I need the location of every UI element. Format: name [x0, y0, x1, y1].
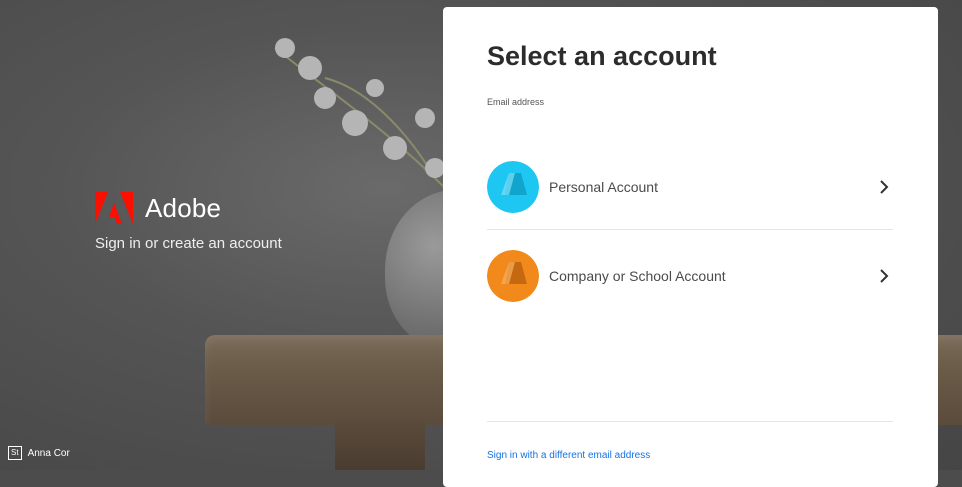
- brand-name: Adobe: [145, 192, 222, 223]
- personal-account-label: Personal Account: [549, 179, 658, 195]
- chevron-right-icon: [880, 180, 889, 194]
- stock-badge-icon: St: [8, 446, 22, 460]
- account-select-card: Select an account Email address Personal…: [443, 7, 938, 487]
- photo-credit-name[interactable]: Anna Cor: [28, 448, 70, 459]
- adobe-brand: Adobe: [95, 192, 221, 224]
- table-leg: [335, 420, 425, 470]
- brand-tagline: Sign in or create an account: [95, 235, 282, 252]
- personal-account-option[interactable]: Personal Account: [487, 152, 893, 222]
- divider: [487, 421, 893, 422]
- company-account-label: Company or School Account: [549, 268, 726, 284]
- photo-credit: St Anna Cor: [8, 446, 70, 460]
- email-label: Email address: [487, 97, 545, 107]
- divider: [487, 229, 893, 230]
- company-account-avatar: [487, 250, 539, 302]
- adobe-logo-icon: [95, 192, 133, 224]
- page-title: Select an account: [487, 41, 717, 71]
- branch-decoration: [274, 38, 446, 189]
- personal-account-avatar: [487, 161, 539, 213]
- chevron-right-icon: [880, 269, 889, 283]
- company-account-option[interactable]: Company or School Account: [487, 241, 893, 311]
- different-email-link[interactable]: Sign in with a different email address: [487, 450, 650, 461]
